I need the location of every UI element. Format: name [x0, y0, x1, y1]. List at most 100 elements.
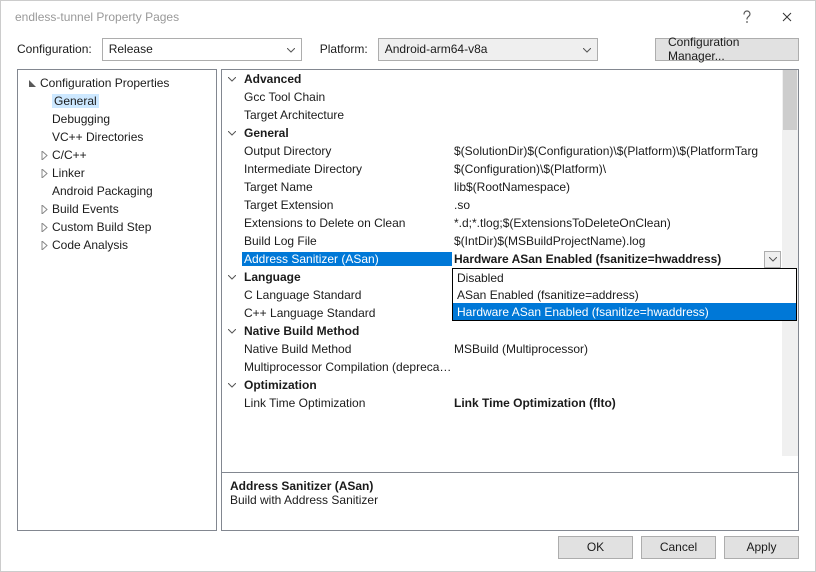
property-name: Native Build Method: [242, 342, 452, 356]
property-row[interactable]: Target Namelib$(RootNamespace): [222, 178, 782, 196]
description-pane: Address Sanitizer (ASan) Build with Addr…: [221, 473, 799, 531]
chevron-down-icon: [583, 42, 591, 56]
property-value[interactable]: Hardware ASan Enabled (fsanitize=hwaddre…: [452, 251, 782, 268]
property-value[interactable]: $(SolutionDir)$(Configuration)\$(Platfor…: [452, 144, 782, 158]
property-row[interactable]: Target Extension.so: [222, 196, 782, 214]
tree-item-linker[interactable]: Linker: [18, 164, 216, 182]
platform-select[interactable]: Android-arm64-v8a: [378, 38, 598, 61]
property-row[interactable]: Native Build MethodMSBuild (Multiprocess…: [222, 340, 782, 358]
property-value[interactable]: *.d;*.tlog;$(ExtensionsToDeleteOnClean): [452, 216, 782, 230]
property-row[interactable]: Multiprocessor Compilation (deprecated): [222, 358, 782, 376]
expander-closed-icon[interactable]: [36, 169, 52, 178]
expander-open-icon[interactable]: [24, 79, 40, 88]
category-name: Advanced: [242, 72, 452, 86]
content-area: Configuration Properties General Debuggin…: [1, 65, 815, 531]
dialog-buttons: OK Cancel Apply: [1, 531, 815, 571]
property-grid: Advanced Gcc Tool Chain Target Architectur…: [221, 69, 799, 473]
tree-item-android-packaging[interactable]: Android Packaging: [18, 182, 216, 200]
cancel-button[interactable]: Cancel: [641, 536, 716, 559]
tree-item-label: Android Packaging: [52, 184, 153, 198]
tree-item-label: General: [52, 94, 99, 108]
description-text: Build with Address Sanitizer: [230, 493, 790, 507]
tree-item-label: Debugging: [52, 112, 110, 126]
property-value[interactable]: Link Time Optimization (flto): [452, 396, 782, 410]
property-name: Build Log File: [242, 234, 452, 248]
property-pages-dialog: endless-tunnel Property Pages Configurat…: [0, 0, 816, 572]
expander-closed-icon[interactable]: [36, 223, 52, 232]
tree-item-c-c-[interactable]: C/C++: [18, 146, 216, 164]
property-name: Target Extension: [242, 198, 452, 212]
category-name: Native Build Method: [242, 324, 452, 338]
close-button[interactable]: [767, 3, 807, 31]
window-title: endless-tunnel Property Pages: [9, 10, 727, 24]
property-row[interactable]: Intermediate Directory$(Configuration)\$…: [222, 160, 782, 178]
chevron-down-icon[interactable]: [222, 383, 242, 388]
chevron-down-icon[interactable]: [222, 275, 242, 280]
property-value[interactable]: $(Configuration)\$(Platform)\: [452, 162, 782, 176]
tree-item-build-events[interactable]: Build Events: [18, 200, 216, 218]
category-name: Language: [242, 270, 452, 284]
configuration-select[interactable]: Release: [102, 38, 302, 61]
chevron-down-icon[interactable]: [222, 329, 242, 334]
tree-item-label: Custom Build Step: [52, 220, 151, 234]
dropdown-option[interactable]: Disabled: [453, 269, 796, 286]
property-row[interactable]: Target Architecture: [222, 106, 782, 124]
help-button[interactable]: [727, 3, 767, 31]
chevron-down-icon[interactable]: [222, 77, 242, 82]
property-row[interactable]: Extensions to Delete on Clean*.d;*.tlog;…: [222, 214, 782, 232]
property-row[interactable]: Build Log File$(IntDir)$(MSBuildProjectN…: [222, 232, 782, 250]
asan-dropdown-list[interactable]: DisabledASan Enabled (fsanitize=address)…: [452, 268, 797, 321]
dropdown-button[interactable]: [764, 251, 781, 268]
config-toolbar: Configuration: Release Platform: Android…: [1, 33, 815, 65]
expander-closed-icon[interactable]: [36, 205, 52, 214]
scrollbar-thumb[interactable]: [783, 70, 797, 130]
category-row[interactable]: Optimization: [222, 376, 782, 394]
expander-closed-icon[interactable]: [36, 241, 52, 250]
tree-item-debugging[interactable]: Debugging: [18, 110, 216, 128]
property-value[interactable]: lib$(RootNamespace): [452, 180, 782, 194]
configuration-manager-button[interactable]: Configuration Manager...: [655, 38, 799, 61]
tree-item-label: Code Analysis: [52, 238, 128, 252]
property-row[interactable]: Link Time OptimizationLink Time Optimiza…: [222, 394, 782, 412]
property-value[interactable]: MSBuild (Multiprocessor): [452, 342, 782, 356]
chevron-down-icon: [287, 42, 295, 56]
property-name: Link Time Optimization: [242, 396, 452, 410]
property-name: Output Directory: [242, 144, 452, 158]
chevron-down-icon[interactable]: [222, 131, 242, 136]
category-row[interactable]: Native Build Method: [222, 322, 782, 340]
ok-button[interactable]: OK: [558, 536, 633, 559]
dropdown-option[interactable]: Hardware ASan Enabled (fsanitize=hwaddre…: [453, 303, 796, 320]
property-name: Target Name: [242, 180, 452, 194]
tree-item-vc-directories[interactable]: VC++ Directories: [18, 128, 216, 146]
expander-closed-icon[interactable]: [36, 151, 52, 160]
category-row[interactable]: Advanced: [222, 70, 782, 88]
property-name: Address Sanitizer (ASan): [242, 252, 452, 266]
tree-item-label: Build Events: [52, 202, 119, 216]
property-name: Intermediate Directory: [242, 162, 452, 176]
nav-tree[interactable]: Configuration Properties General Debuggin…: [17, 69, 217, 531]
tree-item-label: VC++ Directories: [52, 130, 143, 144]
tree-item-label: Linker: [52, 166, 85, 180]
property-name: Gcc Tool Chain: [242, 90, 452, 104]
tree-item-custom-build-step[interactable]: Custom Build Step: [18, 218, 216, 236]
property-row[interactable]: Gcc Tool Chain: [222, 88, 782, 106]
category-row[interactable]: General: [222, 124, 782, 142]
property-row[interactable]: Address Sanitizer (ASan)Hardware ASan En…: [222, 250, 782, 268]
tree-root[interactable]: Configuration Properties: [18, 74, 216, 92]
property-name: Target Architecture: [242, 108, 452, 122]
dropdown-option[interactable]: ASan Enabled (fsanitize=address): [453, 286, 796, 303]
property-name: Multiprocessor Compilation (deprecated): [242, 360, 452, 374]
property-value[interactable]: $(IntDir)$(MSBuildProjectName).log: [452, 234, 782, 248]
apply-button[interactable]: Apply: [724, 536, 799, 559]
category-name: Optimization: [242, 378, 452, 392]
property-panel: Advanced Gcc Tool Chain Target Architectur…: [221, 69, 799, 531]
tree-item-code-analysis[interactable]: Code Analysis: [18, 236, 216, 254]
property-name: C++ Language Standard: [242, 306, 452, 320]
category-name: General: [242, 126, 452, 140]
property-row[interactable]: Output Directory$(SolutionDir)$(Configur…: [222, 142, 782, 160]
tree-item-label: C/C++: [52, 148, 87, 162]
configuration-label: Configuration:: [17, 42, 92, 56]
vertical-scrollbar[interactable]: [782, 70, 798, 456]
property-value[interactable]: .so: [452, 198, 782, 212]
tree-item-general[interactable]: General: [18, 92, 216, 110]
